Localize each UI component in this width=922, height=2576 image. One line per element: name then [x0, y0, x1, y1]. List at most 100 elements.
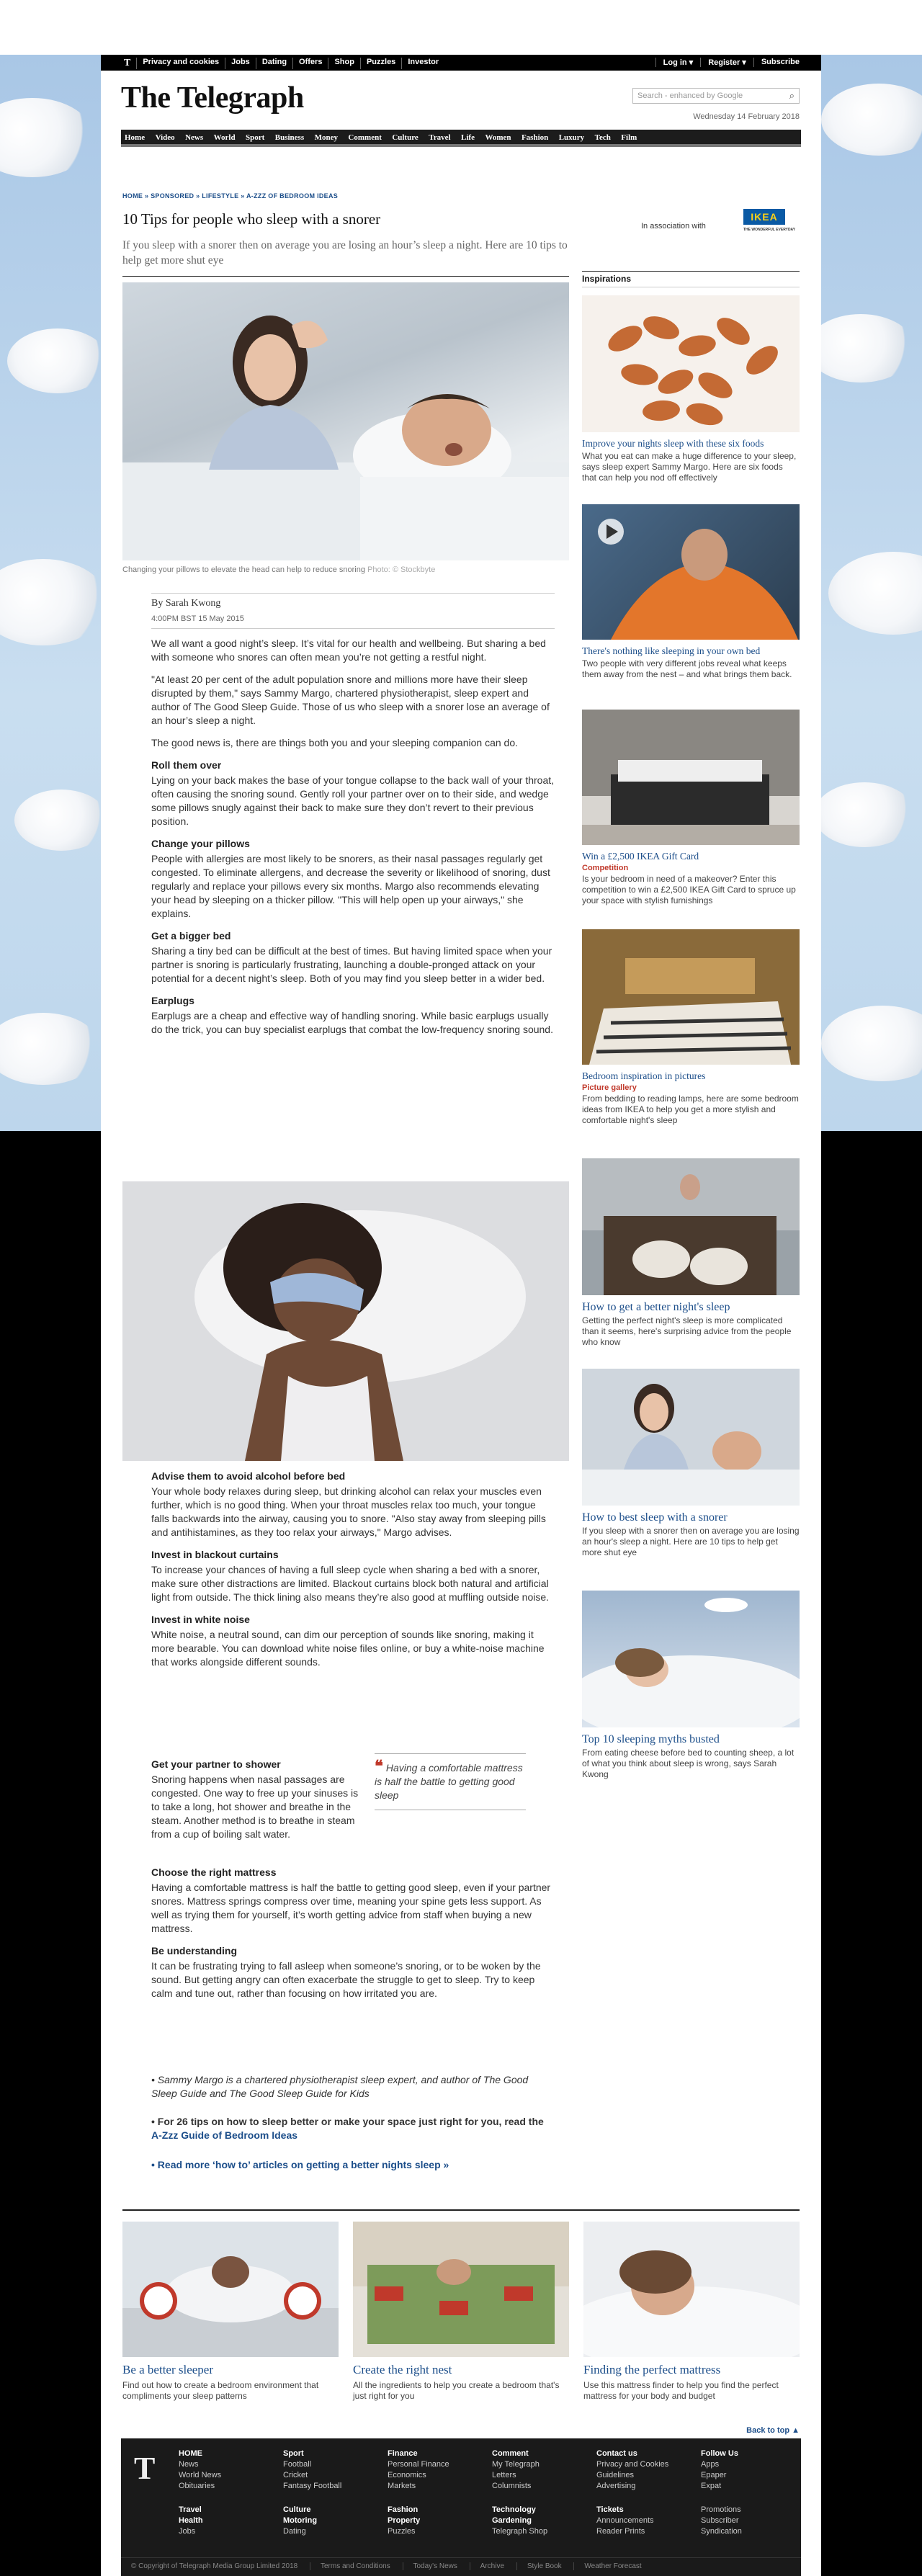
footer-link[interactable]: Gardening	[492, 2515, 547, 2526]
nav-item[interactable]: Business	[272, 130, 308, 146]
footer-link[interactable]: Football	[283, 2459, 341, 2470]
topbar-link[interactable]: Dating	[256, 58, 294, 69]
telegraph-t-logo[interactable]: T	[118, 58, 138, 69]
masthead-logo[interactable]: The Telegraph	[121, 81, 304, 115]
nav-item[interactable]: Travel	[425, 130, 454, 146]
card-title[interactable]: How to get a better night's sleep	[582, 1301, 800, 1314]
footer-bottom-link[interactable]: Terms and Conditions	[310, 2562, 400, 2570]
footer-heading[interactable]: Fashion	[388, 2505, 420, 2515]
footer-heading[interactable]: Technology	[492, 2505, 547, 2515]
footer-link[interactable]: World News	[179, 2470, 221, 2481]
card-title[interactable]: Top 10 sleeping myths busted	[582, 1733, 800, 1746]
sidebar-card[interactable]: Win a £2,500 IKEA Gift Card Competition …	[582, 710, 800, 906]
sidebar-card[interactable]: Top 10 sleeping myths busted From eating…	[582, 1591, 800, 1780]
card-title[interactable]: How to best sleep with a snorer	[582, 1511, 800, 1524]
footer-bottom-link[interactable]: Style Book	[516, 2562, 572, 2570]
footer-link[interactable]: Apps	[701, 2459, 738, 2470]
footer-link[interactable]: Guidelines	[596, 2470, 668, 2481]
card-title[interactable]: There's nothing like sleeping in your ow…	[582, 645, 800, 657]
footer-link[interactable]: Promotions	[701, 2505, 742, 2515]
byline[interactable]: By Sarah Kwong	[151, 598, 220, 609]
sidebar-card[interactable]: There's nothing like sleeping in your ow…	[582, 504, 800, 680]
footer-link[interactable]: Dating	[283, 2526, 317, 2537]
nav-item[interactable]: Women	[481, 130, 514, 146]
card-title[interactable]: Improve your nights sleep with these six…	[582, 438, 800, 450]
footer-heading[interactable]: Culture	[283, 2505, 317, 2515]
sidebar-card[interactable]: How to get a better night's sleep Gettin…	[582, 1158, 800, 1348]
footer-link[interactable]: Telegraph Shop	[492, 2526, 547, 2537]
footer-heading[interactable]: HOME	[179, 2448, 221, 2459]
nav-item[interactable]: Life	[457, 130, 478, 146]
nav-item[interactable]: Film	[617, 130, 640, 146]
breadcrumb[interactable]: HOME » SPONSORED » LIFESTYLE » A-ZZZ OF …	[122, 192, 338, 200]
footer-link[interactable]: Announcements	[596, 2515, 654, 2526]
ikea-logo[interactable]: IKEA	[743, 209, 785, 225]
topbar-link[interactable]: Offers	[293, 58, 329, 69]
guide-link[interactable]: A-Zzz Guide of Bedroom Ideas	[151, 2129, 297, 2141]
footer-heading[interactable]: Travel	[179, 2505, 203, 2515]
promo-card[interactable]: Create the right nest All the ingredient…	[353, 2222, 569, 2402]
footer-link[interactable]: Subscriber	[701, 2515, 742, 2526]
nav-item[interactable]: Video	[152, 130, 179, 146]
promo-card[interactable]: Be a better sleeper Find out how to crea…	[122, 2222, 339, 2402]
footer-link[interactable]: Cricket	[283, 2470, 341, 2481]
search-icon[interactable]: ⌕	[789, 90, 795, 102]
nav-item[interactable]: Tech	[591, 130, 614, 146]
sidebar-card[interactable]: How to best sleep with a snorer If you s…	[582, 1369, 800, 1558]
sidebar-card[interactable]: Improve your nights sleep with these six…	[582, 295, 800, 483]
topbar-link[interactable]: Investor	[402, 58, 444, 69]
footer-link[interactable]: Reader Prints	[596, 2526, 654, 2537]
footer-link[interactable]: Jobs	[179, 2526, 203, 2537]
topbar-link[interactable]: Privacy and cookies	[137, 58, 226, 69]
footer-link[interactable]: Personal Finance	[388, 2459, 449, 2470]
footer-link[interactable]: Expat	[701, 2481, 738, 2492]
footer-link[interactable]: Motoring	[283, 2515, 317, 2526]
promo-card[interactable]: Finding the perfect mattress Use this ma…	[583, 2222, 800, 2402]
footer-link[interactable]: Advertising	[596, 2481, 668, 2492]
search-input[interactable]: Search - enhanced by Google ⌕	[632, 88, 800, 104]
footer-bottom-link[interactable]: Archive	[469, 2562, 515, 2570]
footer-link[interactable]: My Telegraph	[492, 2459, 540, 2470]
topbar-link[interactable]: Shop	[328, 58, 361, 69]
register-menu[interactable]: Register ▾	[700, 58, 753, 67]
promo-title[interactable]: Be a better sleeper	[122, 2363, 339, 2377]
footer-link[interactable]: Letters	[492, 2470, 540, 2481]
footer-link[interactable]: Fantasy Football	[283, 2481, 341, 2492]
footer-link[interactable]: Health	[179, 2515, 203, 2526]
footer-link[interactable]: Columnists	[492, 2481, 540, 2492]
footer-heading[interactable]: Follow Us	[701, 2448, 738, 2459]
footer-link[interactable]: Economics	[388, 2470, 449, 2481]
footer-heading[interactable]: Finance	[388, 2448, 449, 2459]
footer-link[interactable]: Puzzles	[388, 2526, 420, 2537]
read-more-link[interactable]: • Read more ‘how to’ articles on getting…	[151, 2159, 449, 2170]
promo-title[interactable]: Finding the perfect mattress	[583, 2363, 800, 2377]
footer-heading[interactable]: Sport	[283, 2448, 341, 2459]
nav-item[interactable]: Comment	[344, 130, 385, 146]
footer-link[interactable]: Markets	[388, 2481, 449, 2492]
footer-telegraph-logo[interactable]: T	[134, 2450, 155, 2487]
nav-item[interactable]: Sport	[242, 130, 268, 146]
nav-item[interactable]: Home	[121, 130, 148, 146]
footer-link[interactable]: Privacy and Cookies	[596, 2459, 668, 2470]
footer-bottom-link[interactable]: Today's News	[402, 2562, 467, 2570]
topbar-link[interactable]: Puzzles	[361, 58, 403, 69]
footer-link[interactable]: Syndication	[701, 2526, 742, 2537]
login-menu[interactable]: Log in ▾	[655, 58, 701, 67]
topbar-link[interactable]: Jobs	[225, 58, 256, 69]
footer-link[interactable]: Obituaries	[179, 2481, 221, 2492]
nav-item[interactable]: News	[182, 130, 207, 146]
back-to-top-link[interactable]: Back to top ▲	[746, 2426, 800, 2435]
footer-bottom-link[interactable]: Weather Forecast	[573, 2562, 652, 2570]
footer-heading[interactable]: Tickets	[596, 2505, 654, 2515]
card-title[interactable]: Bedroom inspiration in pictures	[582, 1070, 800, 1082]
nav-item[interactable]: Money	[311, 130, 341, 146]
footer-link[interactable]: News	[179, 2459, 221, 2470]
footer-link[interactable]: Epaper	[701, 2470, 738, 2481]
sidebar-card[interactable]: Bedroom inspiration in pictures Picture …	[582, 929, 800, 1126]
nav-item[interactable]: Fashion	[518, 130, 552, 146]
nav-item[interactable]: World	[210, 130, 239, 146]
subscribe-link[interactable]: Subscribe	[753, 58, 807, 67]
footer-link[interactable]: Property	[388, 2515, 420, 2526]
promo-title[interactable]: Create the right nest	[353, 2363, 569, 2377]
footer-heading[interactable]: Comment	[492, 2448, 540, 2459]
